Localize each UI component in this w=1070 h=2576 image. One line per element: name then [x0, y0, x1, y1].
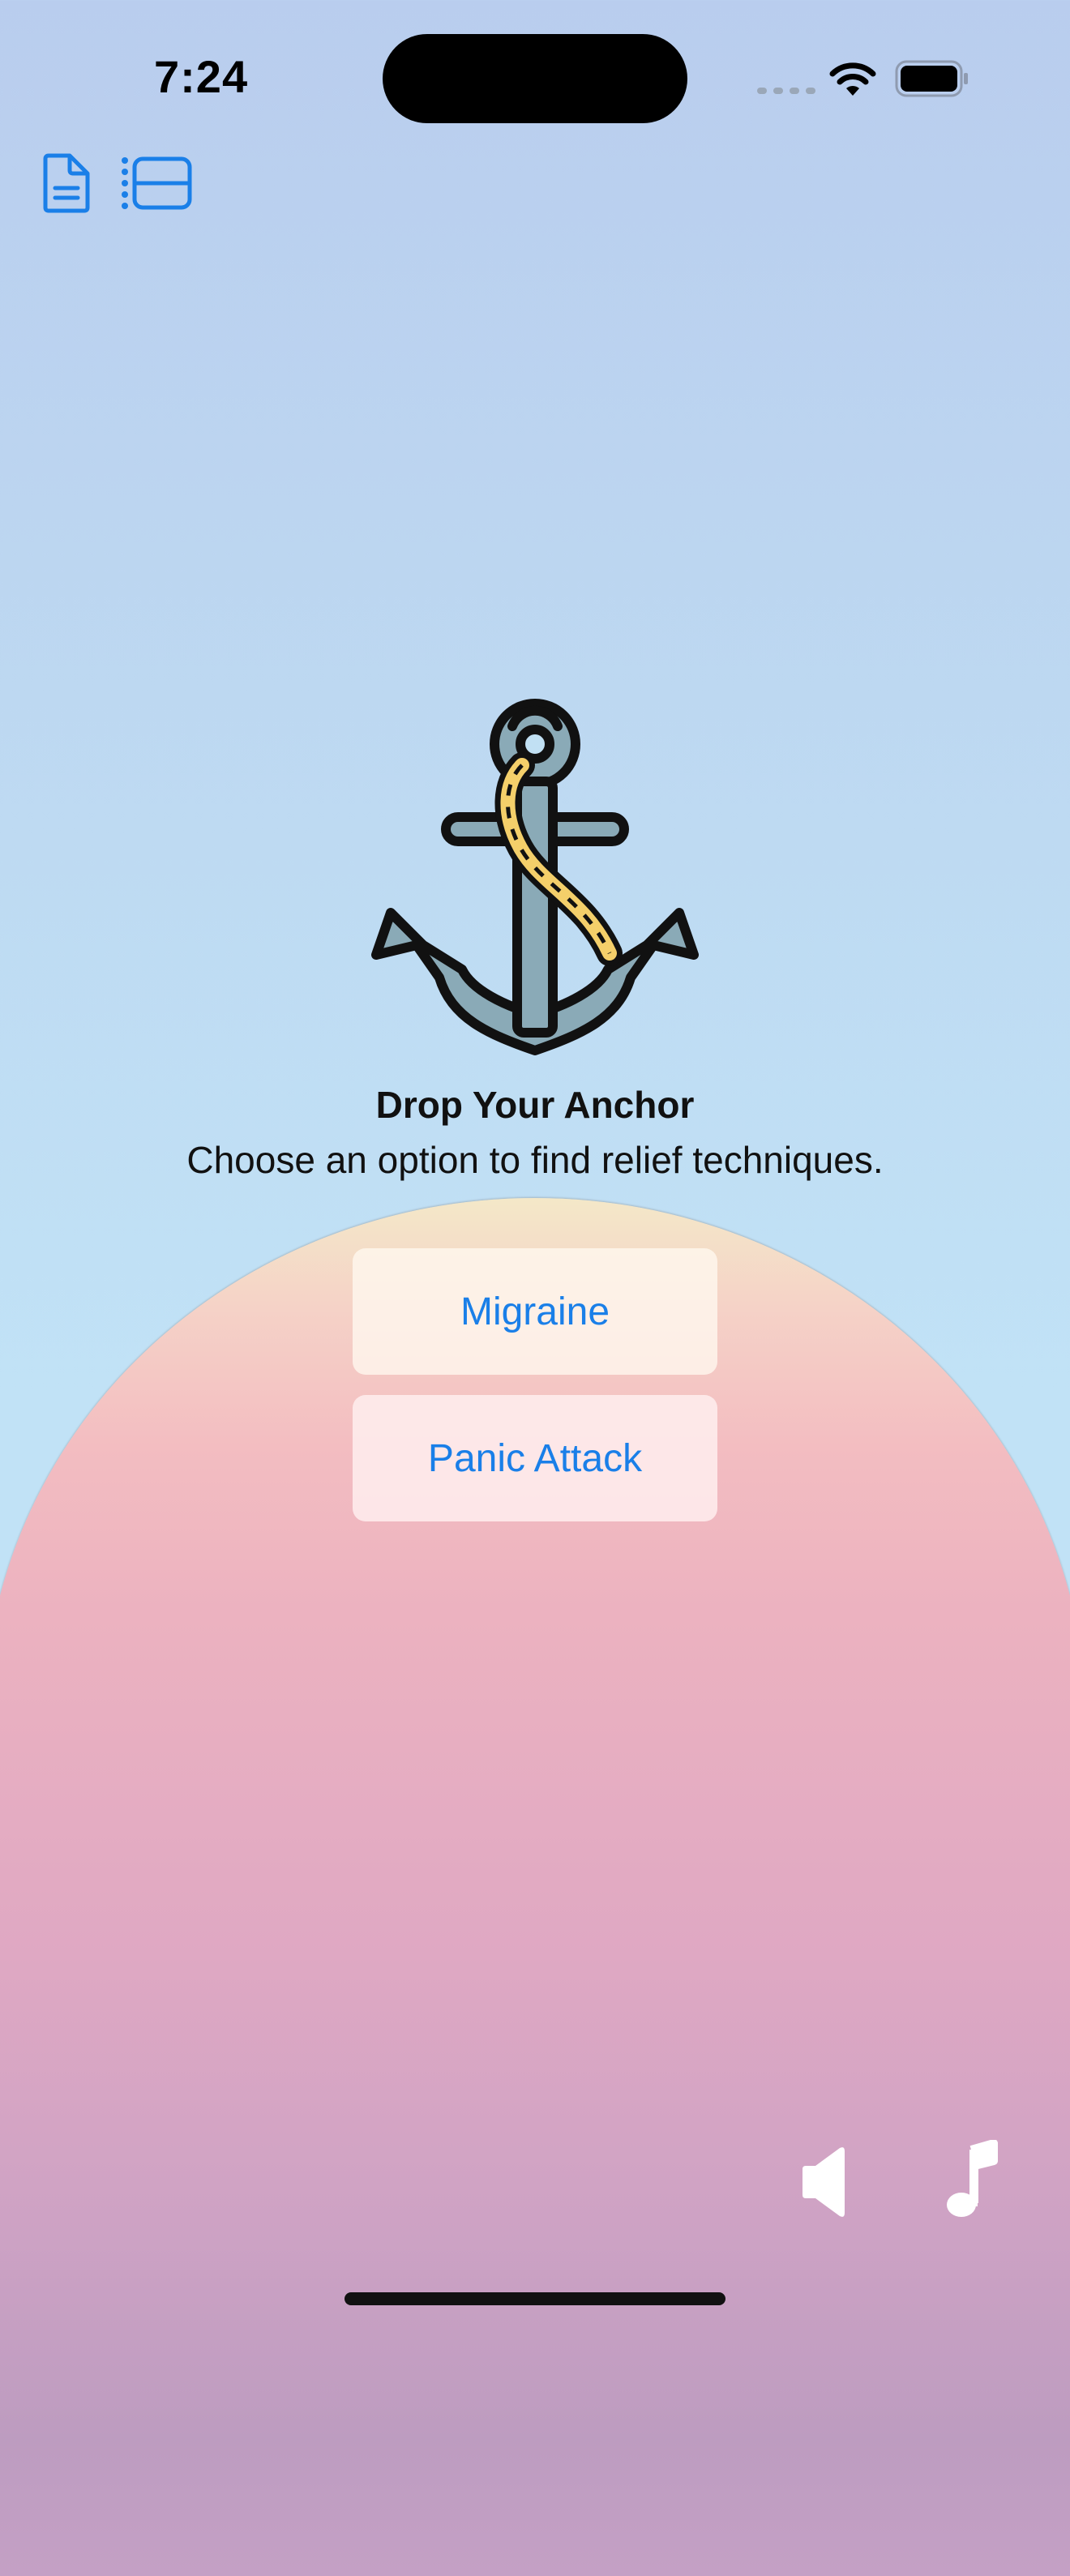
anchor-icon	[371, 699, 699, 1055]
migraine-button[interactable]: Migraine	[353, 1248, 717, 1375]
cellular-signal-icon	[757, 88, 815, 94]
panic-attack-button[interactable]: Panic Attack	[353, 1395, 717, 1521]
wifi-icon	[829, 62, 876, 96]
document-icon	[43, 153, 90, 213]
list-view-icon	[122, 156, 192, 210]
home-indicator[interactable]	[345, 2292, 725, 2305]
list-view-button[interactable]	[120, 152, 193, 214]
document-button[interactable]	[37, 152, 96, 214]
status-time: 7:24	[154, 51, 249, 102]
page-title: Drop Your Anchor	[375, 1084, 695, 1126]
dynamic-island	[383, 34, 687, 123]
status-bar: 7:24	[0, 0, 1070, 154]
page-subtitle: Choose an option to find relief techniqu…	[186, 1139, 884, 1181]
battery-icon	[895, 60, 968, 97]
music-note-icon[interactable]	[942, 2140, 999, 2221]
speaker-icon[interactable]	[798, 2145, 850, 2219]
